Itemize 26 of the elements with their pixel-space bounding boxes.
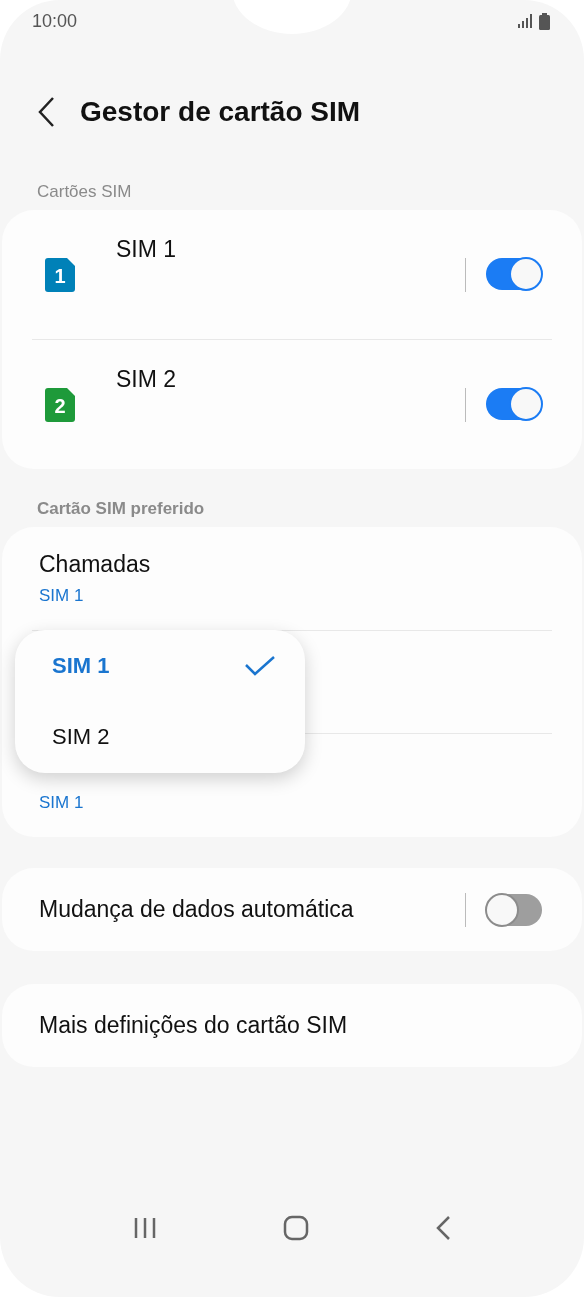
menu-option[interactable]: SIM 1 (15, 630, 305, 702)
menu-option[interactable]: SIM 2 (15, 701, 305, 773)
more-settings-card[interactable]: Mais definições do cartão SIM (2, 984, 582, 1067)
recent-apps-icon[interactable] (133, 1216, 157, 1240)
toggle-switch[interactable] (486, 893, 542, 926)
toggle-switch[interactable] (486, 388, 542, 420)
sim-name: SIM 1 (116, 236, 178, 263)
back-nav-icon[interactable] (435, 1215, 451, 1241)
sim-name: SIM 2 (116, 366, 178, 393)
section-title: Cartões SIM (36, 181, 133, 203)
sim-card-icon: 1 (45, 258, 75, 292)
setting-label: Chamadas (39, 551, 152, 578)
back-button[interactable] (36, 96, 56, 128)
sim-card-icon: 2 (45, 388, 75, 422)
setting-value: SIM 1 (39, 793, 85, 813)
setting-label: Mudança de dados automática (39, 896, 355, 923)
toggle-switch[interactable] (486, 258, 542, 290)
check-icon (245, 655, 275, 676)
page-title: Gestor de cartão SIM (80, 96, 361, 128)
battery-icon (539, 12, 550, 30)
signal-icon (518, 14, 533, 28)
status-time: 10:00 (32, 10, 78, 32)
section-title: Cartão SIM preferido (36, 498, 206, 520)
home-icon[interactable] (283, 1215, 309, 1241)
setting-value: SIM 1 (39, 586, 85, 606)
setting-label: Mais definições do cartão SIM (39, 1012, 349, 1039)
